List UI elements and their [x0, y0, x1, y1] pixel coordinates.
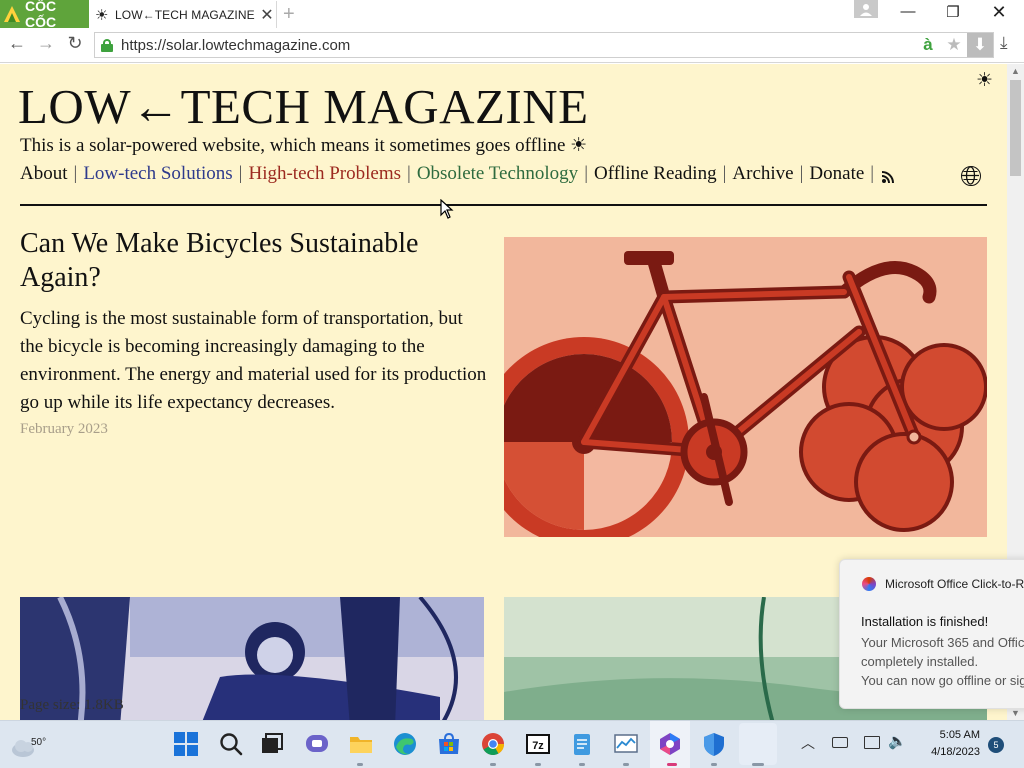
coccoc-menu-button[interactable]: CỐC CỐC [0, 0, 89, 30]
nav-about[interactable]: About [20, 163, 68, 184]
microsoft-store-icon[interactable] [436, 731, 462, 757]
browser-toolbar: ← → ↻ https://solar.lowtechmagazine.com … [0, 28, 1024, 63]
tab-close-icon[interactable]: ✕ [258, 5, 276, 25]
article-date: February 2023 [20, 421, 108, 437]
sun-favicon-icon: ☀ [95, 6, 109, 24]
profile-avatar-icon[interactable] [854, 0, 878, 18]
mouse-cursor-icon [440, 198, 454, 224]
toast-body-line: Your Microsoft 365 and Office apps are [861, 635, 1024, 650]
network-icon[interactable] [864, 736, 880, 749]
browser-tab-strip: CỐC CỐC ☀ LOW←TECH MAGAZINE ✕ + — ❐ ✕ [0, 0, 1024, 30]
notification-toast[interactable]: Microsoft Office Click-to-Run Installati… [839, 559, 1024, 709]
task-view-icon[interactable] [259, 731, 285, 757]
nav-separator: | [584, 163, 588, 184]
browser-tab-active[interactable]: ☀ LOW←TECH MAGAZINE ✕ [89, 1, 277, 28]
window-restore-icon[interactable]: ❐ [938, 3, 968, 21]
site-tagline: This is a solar-powered website, which m… [20, 135, 588, 156]
running-indicator [623, 763, 629, 766]
notepad-icon[interactable] [569, 731, 595, 757]
defender-shield-icon[interactable] [701, 731, 727, 757]
language-globe-icon[interactable] [961, 166, 981, 186]
scroll-down-arrow-icon[interactable]: ▼ [1011, 708, 1020, 718]
window-minimize-icon[interactable]: — [893, 3, 923, 20]
running-indicator [357, 763, 363, 766]
new-tab-plus-icon[interactable]: + [283, 3, 295, 26]
file-explorer-icon[interactable] [348, 731, 374, 757]
downloads-icon[interactable]: ⤓ [1000, 33, 1008, 53]
7zip-icon[interactable]: 7z [525, 731, 551, 757]
article-summary: Cycling is the most sustainable form of … [20, 308, 487, 413]
office-setup-icon[interactable] [657, 731, 683, 757]
running-indicator [535, 763, 541, 766]
sun-theme-toggle-icon[interactable]: ☀ [976, 69, 993, 92]
office-logo-icon [862, 577, 876, 591]
scrollbar-thumb[interactable] [1010, 80, 1021, 176]
toast-body-line: You can now go offline or sign out. [861, 673, 1024, 688]
bookmark-star-icon[interactable]: ★ [941, 35, 967, 55]
nav-separator: | [870, 163, 875, 184]
address-bar[interactable]: https://solar.lowtechmagazine.com à ★ ⬇ [94, 32, 994, 58]
scroll-up-arrow-icon[interactable]: ▲ [1011, 66, 1020, 76]
taskbar-blank-app-icon[interactable] [739, 723, 777, 765]
back-arrow-icon[interactable]: ← [6, 33, 28, 54]
nav-archive[interactable]: Archive [732, 163, 793, 184]
article-title-link[interactable]: Can We Make Bicycles Sustainable Again? [20, 227, 490, 295]
nav-separator: | [73, 163, 78, 184]
header-divider [20, 204, 987, 206]
nav-obsolete-technology[interactable]: Obsolete Technology [417, 163, 578, 184]
svg-text:7z: 7z [532, 740, 544, 752]
performance-monitor-icon[interactable] [613, 731, 639, 757]
edge-browser-icon[interactable] [392, 731, 418, 757]
forward-arrow-icon[interactable]: → [35, 33, 57, 54]
site-navigation: About | Low-tech Solutions | High-tech Probl… [20, 163, 895, 185]
page-size-indicator: Page size: 1.8KB [20, 697, 124, 713]
tray-overflow-chevron-icon[interactable]: ︿ [801, 733, 815, 753]
chrome-browser-icon[interactable] [480, 731, 506, 757]
weather-temperature: 50° [31, 737, 47, 748]
running-indicator [490, 763, 496, 766]
notification-count-badge[interactable]: 5 [988, 737, 1004, 753]
url-text: https://solar.lowtechmagazine.com [121, 36, 351, 54]
windows-start-icon[interactable] [173, 731, 199, 757]
nav-separator: | [238, 163, 243, 184]
nav-separator: | [722, 163, 727, 184]
volume-icon[interactable]: 🔈 [888, 732, 907, 750]
running-indicator [667, 763, 677, 766]
browser-brand-label: CỐC CỐC [25, 0, 57, 30]
coccoc-dictionary-icon[interactable]: à [915, 35, 941, 55]
chat-icon[interactable] [304, 731, 330, 757]
site-title[interactable]: LOW←TECH MAGAZINE [18, 78, 589, 135]
bicycle-illustration-image[interactable] [504, 237, 987, 537]
running-indicator [752, 763, 764, 766]
lock-icon [101, 38, 113, 52]
weather-widget[interactable]: 50° [10, 728, 46, 762]
clock-time[interactable]: 5:05 AM [926, 729, 980, 741]
nav-separator: | [407, 163, 411, 184]
keyboard-icon[interactable] [832, 737, 848, 748]
clock-date[interactable]: 4/18/2023 [914, 746, 980, 758]
rss-feed-icon[interactable] [881, 168, 895, 183]
window-close-icon[interactable]: ✕ [984, 2, 1014, 23]
toast-heading: Installation is finished! [861, 614, 989, 629]
windows-taskbar: 50° 7z ︿ 🔈 5:05 AM 4/18/2023 5 [0, 720, 1024, 768]
toast-body: Your Microsoft 365 and Office apps are c… [861, 633, 1024, 690]
coccoc-logo-icon [2, 4, 22, 24]
toast-app-name: Microsoft Office Click-to-Run [885, 577, 1024, 591]
nav-high-tech-problems[interactable]: High-tech Problems [248, 163, 401, 184]
running-indicator [579, 763, 585, 766]
nav-offline-reading[interactable]: Offline Reading [594, 163, 717, 184]
nav-donate[interactable]: Donate [809, 163, 864, 184]
reload-icon[interactable]: ↻ [64, 33, 86, 54]
toast-body-line: completely installed. [861, 654, 979, 669]
nav-separator: | [799, 163, 804, 184]
running-indicator [711, 763, 717, 766]
search-icon[interactable] [218, 731, 244, 757]
tab-title: LOW←TECH MAGAZINE [115, 7, 255, 22]
savior-download-icon[interactable]: ⬇ [967, 33, 993, 57]
nav-low-tech-solutions[interactable]: Low-tech Solutions [83, 163, 232, 184]
